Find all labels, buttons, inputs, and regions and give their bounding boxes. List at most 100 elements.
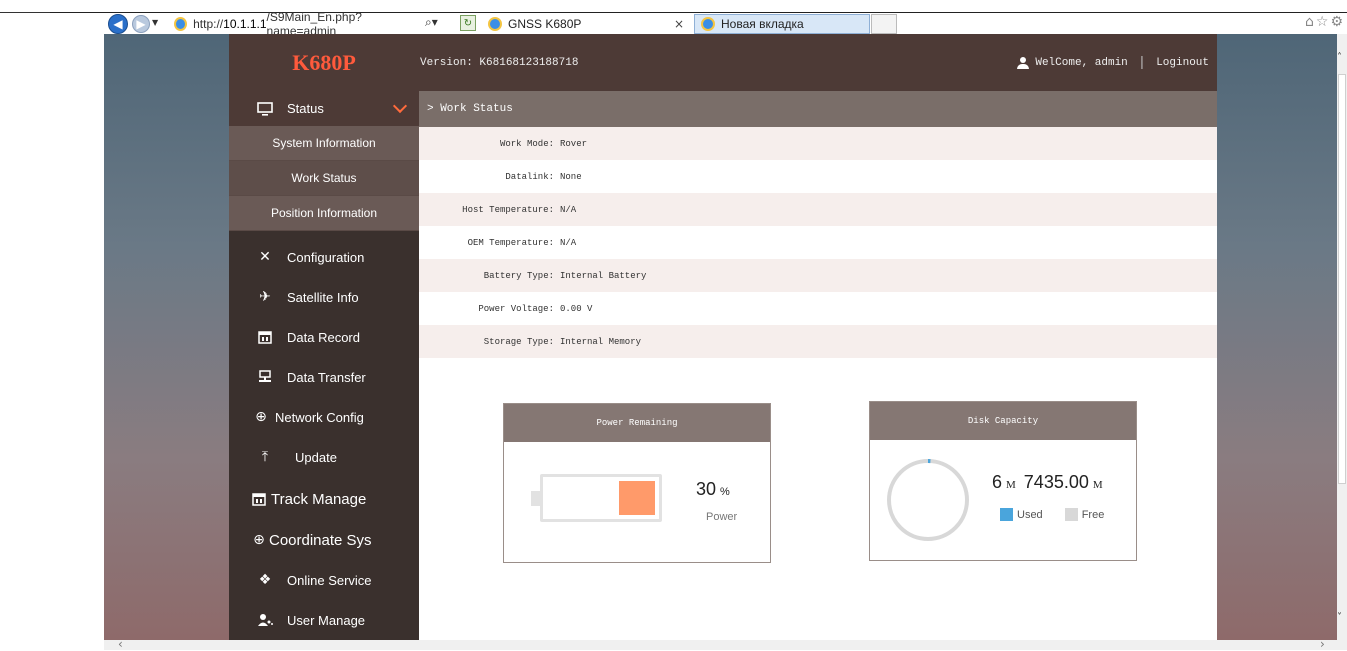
sidebar-subitem-system-information[interactable]: System Information: [229, 126, 419, 161]
forward-button[interactable]: ▶: [132, 15, 150, 33]
sidebar-item-track-manage[interactable]: Track Manage: [229, 479, 419, 519]
search-icon[interactable]: ⌕▾: [425, 15, 438, 30]
welcome-text: WelCome, admin: [1035, 56, 1128, 69]
monitor-icon: [257, 101, 273, 117]
sidebar-item-satellite-info[interactable]: ✈ Satellite Info: [229, 277, 419, 317]
logout-link[interactable]: Loginout: [1156, 57, 1209, 69]
disk-used-unit: M: [1006, 479, 1016, 491]
sidebar-item-label: Coordinate Sys: [269, 531, 372, 549]
sidebar-item-configuration[interactable]: ✕ Configuration: [229, 237, 419, 277]
scroll-down-icon[interactable]: ˅: [1337, 612, 1342, 623]
field-value: None: [560, 171, 582, 182]
ie-icon: [174, 17, 188, 31]
disk-free-unit: M: [1092, 479, 1103, 491]
star-icon: ☆: [1315, 14, 1331, 30]
cube-icon: ❖: [258, 572, 272, 588]
field-value: N/A: [560, 204, 577, 215]
sidebar-item-label: Satellite Info: [287, 289, 359, 305]
close-tab-icon[interactable]: ×: [674, 17, 684, 31]
app-container: K680P Version: K68168123188718 WelCome, …: [229, 34, 1217, 640]
disk-values: 6 M 7435.00 M: [992, 472, 1111, 493]
table-row: OEM Temperature: N/A: [419, 226, 1217, 259]
chevron-down-icon: [392, 98, 408, 114]
address-bar[interactable]: http://10.1.1.1/S9Main_En.php?name=admin: [162, 10, 417, 38]
used-swatch: [1000, 508, 1013, 521]
sidebar-item-label: Configuration: [287, 249, 365, 265]
sidebar-item-status[interactable]: Status: [229, 91, 419, 126]
scroll-right-icon[interactable]: ›: [1320, 637, 1325, 651]
sidebar-item-coordinate-sys[interactable]: ⊕ Coordinate Sys: [229, 520, 419, 560]
globe-icon: ⊕: [253, 532, 265, 548]
free-swatch: [1064, 508, 1078, 521]
power-unit: %: [720, 486, 730, 498]
disk-capacity-panel: Disk Capacity 6 M 7435.00 M Used Free: [869, 401, 1137, 561]
tab-new[interactable]: Новая вкладка: [694, 14, 870, 34]
table-row: Host Temperature: N/A: [419, 193, 1217, 226]
scroll-thumb[interactable]: [1338, 74, 1346, 484]
sidebar-item-label: User Manage: [287, 612, 366, 628]
scroll-left-icon[interactable]: ‹: [118, 637, 123, 651]
sidebar-subitem-work-status[interactable]: Work Status: [229, 161, 419, 196]
horizontal-scrollbar[interactable]: ‹ ›: [104, 637, 1347, 651]
sidebar-item-label: Data Record: [287, 329, 360, 345]
power-percent: 30%: [696, 479, 730, 500]
table-row: Datalink: None: [419, 160, 1217, 193]
field-label: Work Mode:: [499, 138, 554, 149]
sidebar: Status System Information Work Status Po…: [229, 91, 419, 640]
table-row: Work Mode: Rover: [419, 127, 1217, 160]
sidebar-subitem-position-information[interactable]: Position Information: [229, 196, 419, 231]
battery-tip: [531, 491, 540, 506]
user-icon: [1017, 56, 1030, 69]
user-area: WelCome, admin | Loginout: [1017, 34, 1209, 91]
field-label: Battery Type:: [483, 270, 554, 281]
table-row: Battery Type: Internal Battery: [419, 259, 1217, 292]
sidebar-item-network-config[interactable]: ⊕ Network Config: [229, 397, 419, 437]
field-label: Host Temperature:: [462, 204, 554, 215]
power-value: 30: [696, 479, 717, 499]
field-value: N/A: [560, 237, 577, 248]
back-arrow-icon: ◀: [113, 17, 123, 31]
logo: K680P: [292, 49, 356, 75]
address-host: 10.1.1.1: [223, 17, 267, 31]
sidebar-item-online-service[interactable]: ❖ Online Service: [229, 560, 419, 600]
ring-free-track: [887, 459, 969, 541]
scroll-up-icon[interactable]: ˄: [1337, 52, 1342, 63]
field-label: OEM Temperature:: [467, 237, 554, 248]
sidebar-item-label: Update: [295, 449, 337, 465]
upload-icon: ⤒: [261, 449, 269, 465]
sidebar-item-update[interactable]: ⤒ Update: [229, 437, 419, 477]
tab-label: GNSS K680P: [508, 17, 582, 31]
back-button[interactable]: ◀: [108, 14, 128, 34]
calendar-icon: [257, 329, 273, 345]
separator: |: [1137, 54, 1147, 71]
ie-icon: [701, 17, 715, 31]
version-text: Version: K68168123188718: [420, 56, 579, 69]
disk-free-value: 7435.00: [1023, 472, 1089, 492]
sidebar-item-user-manage[interactable]: User Manage: [229, 600, 419, 640]
sidebar-item-label: Data Transfer: [287, 369, 366, 385]
tab-gnss[interactable]: GNSS K680P ×: [482, 14, 692, 34]
breadcrumb: > Work Status: [419, 91, 1217, 127]
sidebar-item-label: Track Manage: [271, 490, 367, 508]
sidebar-item-data-record[interactable]: Data Record: [229, 317, 419, 357]
refresh-icon[interactable]: ↻: [460, 15, 476, 31]
browser-chrome: ◀ ▶ ▼ http://10.1.1.1/S9Main_En.php?name…: [0, 0, 1347, 38]
network-icon: [257, 369, 273, 385]
home-icon: ⌂: [1304, 14, 1316, 30]
chrome-toolbar-icons[interactable]: ⌂☆⚙: [1305, 14, 1345, 30]
history-dropdown-icon[interactable]: ▼: [152, 18, 158, 27]
sidebar-item-data-transfer[interactable]: Data Transfer: [229, 357, 419, 397]
sidebar-item-label: Network Config: [275, 409, 364, 425]
forward-arrow-icon: ▶: [136, 17, 146, 31]
ie-icon: [488, 17, 502, 31]
field-value: Internal Memory: [560, 336, 642, 347]
power-label: Power: [706, 511, 738, 523]
vertical-scrollbar[interactable]: ˄ ˅: [1337, 34, 1347, 640]
battery-level-fill: [619, 481, 655, 515]
users-icon: [257, 612, 273, 628]
app-header: K680P Version: K68168123188718 WelCome, …: [229, 34, 1217, 91]
battery-icon: [540, 474, 662, 522]
new-tab-button[interactable]: [871, 14, 897, 34]
tools-icon: ✕: [259, 249, 271, 265]
power-remaining-panel: Power Remaining 30% Power: [503, 403, 771, 563]
